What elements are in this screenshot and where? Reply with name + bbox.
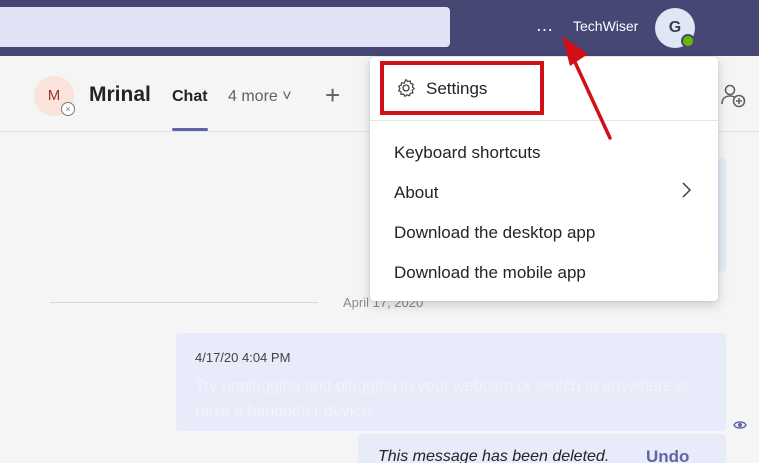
search-input[interactable] — [0, 7, 450, 47]
date-divider-line — [50, 302, 318, 303]
add-tab-button[interactable]: + — [325, 80, 340, 111]
seen-eye-icon — [733, 421, 747, 429]
message-text: Try unplugging and plugging in your webc… — [195, 378, 689, 420]
message-bubble-partial — [718, 158, 726, 272]
deleted-message-notice: This message has been deleted. Undo — [358, 434, 726, 463]
deleted-message-text: This message has been deleted. — [378, 448, 610, 463]
gear-icon — [398, 78, 415, 97]
tab-more-dropdown[interactable]: 4 more ˅ — [228, 88, 292, 106]
message-timestamp: 4/17/20 4:04 PM — [195, 350, 291, 365]
app-top-bar: … TechWiser G — [0, 0, 759, 56]
presence-available-icon — [681, 34, 695, 48]
tab-chat[interactable]: Chat — [172, 88, 208, 106]
presence-offline-icon: × — [61, 102, 75, 116]
chevron-right-icon — [682, 182, 692, 198]
menu-item-download-desktop-app[interactable]: Download the desktop app — [394, 223, 595, 243]
message-bubble[interactable]: 4/17/20 4:04 PM Try unplugging and plugg… — [176, 333, 726, 431]
active-tab-indicator — [172, 128, 208, 131]
menu-item-download-mobile-app[interactable]: Download the mobile app — [394, 263, 586, 283]
menu-item-about[interactable]: About — [394, 183, 438, 203]
annotation-arrow — [562, 36, 612, 140]
menu-item-settings[interactable]: Settings — [380, 61, 544, 115]
menu-item-keyboard-shortcuts[interactable]: Keyboard shortcuts — [394, 143, 540, 163]
undo-button[interactable]: Undo — [646, 447, 689, 463]
contact-name: Mrinal — [89, 83, 151, 106]
add-people-icon[interactable] — [720, 82, 746, 108]
settings-label: Settings — [426, 79, 488, 98]
